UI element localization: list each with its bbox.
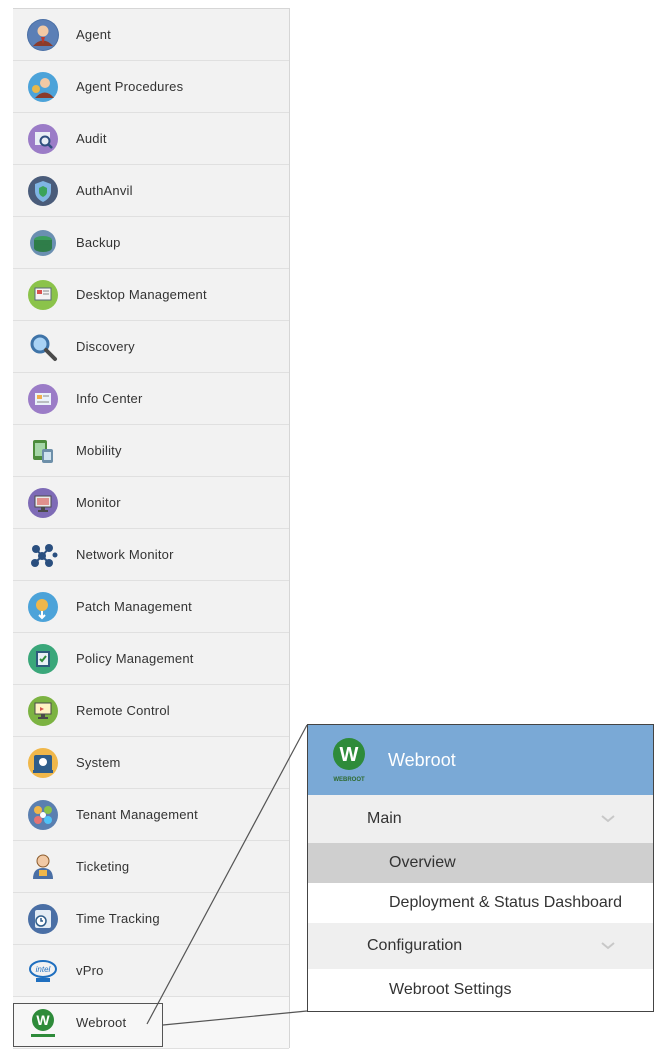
authanvil-shield-icon [27, 175, 59, 207]
module-label: Remote Control [76, 703, 170, 718]
menu-item-webroot-settings[interactable]: Webroot Settings [308, 969, 653, 1011]
module-item-ticketing[interactable]: Ticketing [13, 841, 289, 893]
module-item-remote-control[interactable]: Remote Control [13, 685, 289, 737]
module-label: Ticketing [76, 859, 130, 874]
module-label: Info Center [76, 391, 143, 406]
module-label: Webroot [76, 1015, 127, 1030]
module-label: Backup [76, 235, 121, 250]
module-item-backup[interactable]: Backup [13, 217, 289, 269]
svg-text:WEBROOT: WEBROOT [333, 777, 365, 783]
menu-item-overview[interactable]: Overview [308, 843, 653, 883]
module-item-tenant-management[interactable]: Tenant Management [13, 789, 289, 841]
module-label: Agent Procedures [76, 79, 184, 94]
module-label: Monitor [76, 495, 121, 510]
section-main[interactable]: Main [308, 795, 653, 843]
module-item-vpro[interactable]: intel vPro [13, 945, 289, 997]
section-label: Main [367, 810, 402, 827]
backup-icon [27, 227, 59, 259]
time-tracking-icon [27, 903, 59, 935]
monitor-icon [27, 487, 59, 519]
svg-text:W: W [36, 1012, 50, 1028]
module-label: AuthAnvil [76, 183, 133, 198]
module-label: Audit [76, 131, 107, 146]
section-configuration[interactable]: Configuration [308, 923, 653, 969]
svg-text:intel: intel [36, 965, 51, 974]
menu-item-label: Deployment & Status Dashboard [389, 894, 623, 911]
menu-item-label: Overview [389, 854, 456, 871]
ticketing-person-icon [27, 851, 59, 883]
section-label: Configuration [367, 937, 463, 954]
panel-header[interactable]: W WEBROOT Webroot [308, 725, 653, 795]
webroot-logo-icon: W [27, 1007, 59, 1039]
module-label: Mobility [76, 443, 122, 458]
system-icon [27, 747, 59, 779]
module-item-discovery[interactable]: Discovery [13, 321, 289, 373]
module-label: Network Monitor [76, 547, 174, 562]
mobility-icon [27, 435, 59, 467]
agent-procedures-icon [27, 71, 59, 103]
menu-item-label: Webroot Settings [389, 981, 512, 998]
webroot-menu-panel: W WEBROOT Webroot Main Overview Deployme… [307, 724, 654, 1012]
module-label: Desktop Management [76, 287, 207, 302]
module-item-network-monitor[interactable]: Network Monitor [13, 529, 289, 581]
desktop-management-icon [27, 279, 59, 311]
module-item-system[interactable]: System [13, 737, 289, 789]
module-item-mobility[interactable]: Mobility [13, 425, 289, 477]
module-item-monitor[interactable]: Monitor [13, 477, 289, 529]
audit-icon [27, 123, 59, 155]
policy-management-icon [27, 643, 59, 675]
module-label: Agent [76, 27, 111, 42]
menu-item-deployment-status-dashboard[interactable]: Deployment & Status Dashboard [308, 883, 653, 923]
info-center-icon [27, 383, 59, 415]
module-label: Policy Management [76, 651, 194, 666]
module-item-authanvil[interactable]: AuthAnvil [13, 165, 289, 217]
remote-control-icon [27, 695, 59, 727]
panel-title: Webroot [388, 750, 456, 770]
module-item-audit[interactable]: Audit [13, 113, 289, 165]
module-item-patch-management[interactable]: Patch Management [13, 581, 289, 633]
module-item-info-center[interactable]: Info Center [13, 373, 289, 425]
module-label: Discovery [76, 339, 135, 354]
module-item-desktop-management[interactable]: Desktop Management [13, 269, 289, 321]
magnifier-icon [27, 331, 59, 363]
svg-text:W: W [340, 744, 359, 766]
module-label: Time Tracking [76, 911, 160, 926]
module-item-agent-procedures[interactable]: Agent Procedures [13, 61, 289, 113]
module-item-webroot[interactable]: W Webroot [13, 997, 289, 1049]
module-list: Agent Agent Procedures Audit AuthAnvil B… [13, 8, 290, 1049]
chevron-down-icon [599, 936, 617, 959]
chevron-down-icon [599, 809, 617, 832]
module-label: Tenant Management [76, 807, 198, 822]
module-item-policy-management[interactable]: Policy Management [13, 633, 289, 685]
module-label: Patch Management [76, 599, 192, 614]
tenant-management-icon [27, 799, 59, 831]
intel-vpro-icon: intel [27, 955, 59, 987]
module-item-time-tracking[interactable]: Time Tracking [13, 893, 289, 945]
patch-management-icon [27, 591, 59, 623]
module-item-agent[interactable]: Agent [13, 9, 289, 61]
agent-icon [27, 19, 59, 51]
module-label: vPro [76, 963, 104, 978]
network-monitor-icon [27, 539, 59, 571]
webroot-logo-icon: W WEBROOT [330, 737, 368, 783]
module-label: System [76, 755, 121, 770]
